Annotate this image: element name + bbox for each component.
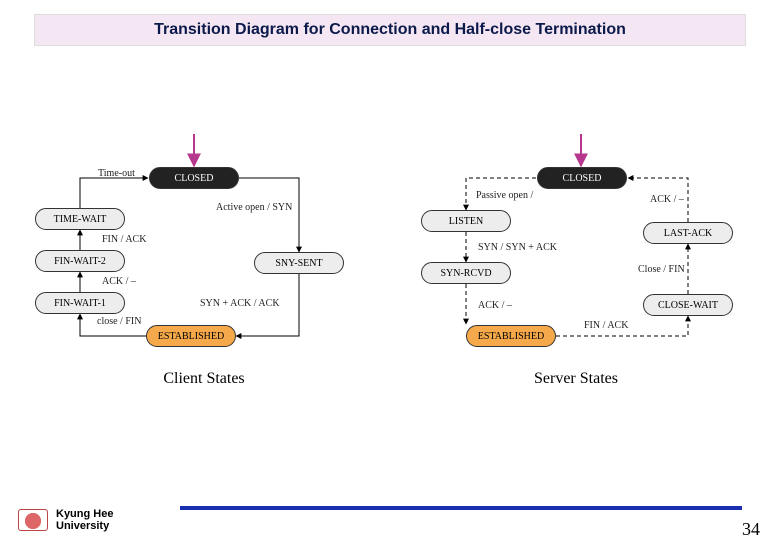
server-caption: Server States bbox=[406, 370, 746, 388]
diagram-area: CLOSED SNY-SENT ESTABLISHED FIN-WAIT-1 F… bbox=[34, 144, 746, 444]
state-syn-rcvd: SYN-RCVD bbox=[421, 262, 511, 284]
university-line1: Kyung Hee bbox=[56, 508, 113, 520]
state-time-wait: TIME-WAIT bbox=[35, 208, 125, 230]
edge-syn-synack: SYN / SYN + ACK bbox=[478, 242, 557, 253]
edge-close-fin: close / FIN bbox=[97, 316, 141, 327]
edge-close-fin-server: Close / FIN bbox=[638, 264, 685, 275]
university-logo-icon bbox=[18, 509, 48, 531]
university-name: Kyung Hee University bbox=[56, 508, 113, 532]
edge-ack-server: ACK / – bbox=[478, 300, 512, 311]
state-listen: LISTEN bbox=[421, 210, 511, 232]
state-syn-sent: SNY-SENT bbox=[254, 252, 344, 274]
state-closed: CLOSED bbox=[149, 167, 239, 189]
footer-divider bbox=[180, 506, 742, 510]
edge-ack: ACK / – bbox=[102, 276, 136, 287]
state-fin-wait-1: FIN-WAIT-1 bbox=[35, 292, 125, 314]
client-caption: Client States bbox=[34, 370, 374, 388]
edge-fin-ack: FIN / ACK bbox=[102, 234, 146, 245]
state-closed-server: CLOSED bbox=[537, 167, 627, 189]
edge-active-open: Active open / SYN bbox=[216, 202, 292, 213]
page-number: 34 bbox=[742, 519, 760, 540]
state-last-ack: LAST-ACK bbox=[643, 222, 733, 244]
server-diagram: CLOSED LISTEN SYN-RCVD ESTABLISHED CLOSE… bbox=[406, 144, 746, 444]
edge-passive-open: Passive open / bbox=[476, 190, 533, 201]
client-diagram: CLOSED SNY-SENT ESTABLISHED FIN-WAIT-1 F… bbox=[34, 144, 374, 444]
edge-syn-ack: SYN + ACK / ACK bbox=[200, 298, 280, 309]
state-established: ESTABLISHED bbox=[146, 325, 236, 347]
university-line2: University bbox=[56, 520, 113, 532]
state-fin-wait-2: FIN-WAIT-2 bbox=[35, 250, 125, 272]
footer: Kyung Hee University bbox=[18, 508, 113, 532]
edge-fin-ack-server: FIN / ACK bbox=[584, 320, 628, 331]
edge-timeout: Time-out bbox=[98, 168, 135, 179]
state-established-server: ESTABLISHED bbox=[466, 325, 556, 347]
slide-title: Transition Diagram for Connection and Ha… bbox=[34, 14, 746, 46]
edge-ack-close: ACK / – bbox=[650, 194, 684, 205]
state-close-wait: CLOSE-WAIT bbox=[643, 294, 733, 316]
